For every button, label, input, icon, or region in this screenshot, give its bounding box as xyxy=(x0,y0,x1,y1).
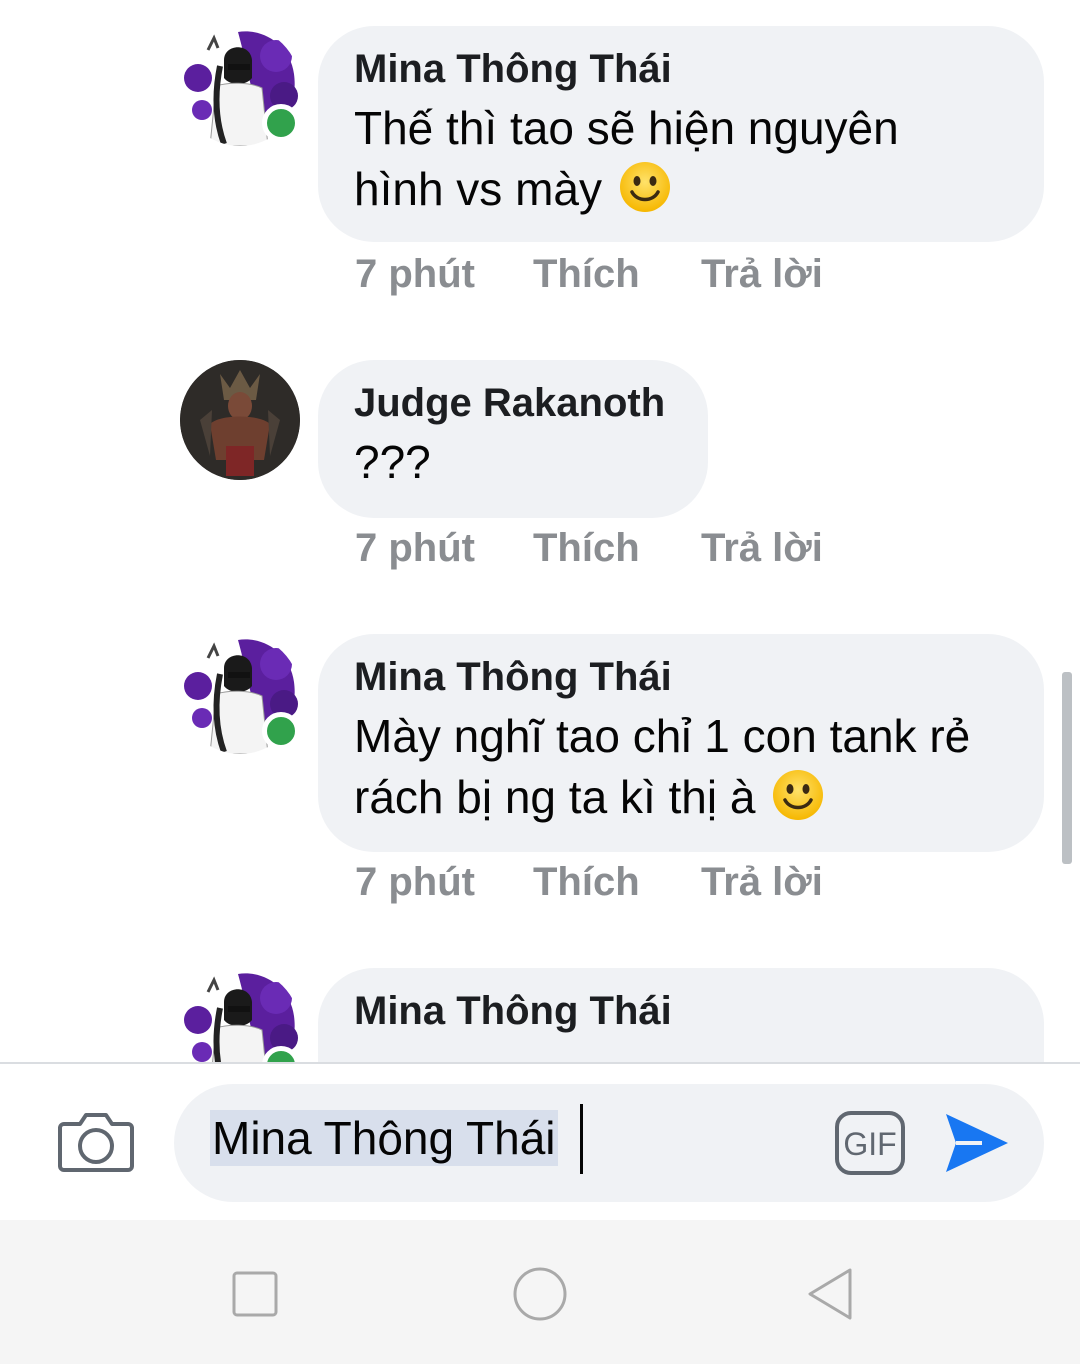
comment-author[interactable]: Judge Rakanoth xyxy=(354,380,672,426)
avatar[interactable] xyxy=(180,26,300,146)
like-button[interactable]: Thích xyxy=(533,252,640,297)
reply-button[interactable]: Trả lời xyxy=(701,526,823,571)
smile-emoji xyxy=(619,161,671,213)
comment-text-line-with-emoji: hình vs mày xyxy=(354,159,1008,220)
camera-icon[interactable] xyxy=(58,1108,134,1176)
reply-button[interactable]: Trả lời xyxy=(701,252,823,297)
gif-label: GIF xyxy=(843,1126,896,1162)
comment-text: Thế thì tao sẽ hiện nguyên hình vs mày xyxy=(354,98,1008,220)
comment-text-line: hình vs mày xyxy=(354,163,602,215)
scrollbar-thumb[interactable] xyxy=(1062,672,1072,864)
smile-emoji xyxy=(772,769,824,821)
like-button[interactable]: Thích xyxy=(533,860,640,905)
gif-icon[interactable]: GIF xyxy=(834,1110,906,1176)
comment-feed: Mina Thông Thái Thế thì tao sẽ hiện nguy… xyxy=(0,0,1080,1062)
comment-text-line: Thế thì tao sẽ hiện nguyên xyxy=(354,102,899,154)
comment-bubble[interactable]: Mina Thông Thái xyxy=(318,968,1044,1062)
system-navigation-bar xyxy=(0,1220,1080,1364)
reply-button[interactable]: Trả lời xyxy=(701,860,823,905)
comment-author[interactable]: Mina Thông Thái xyxy=(354,46,1008,92)
avatar[interactable] xyxy=(180,360,300,480)
comment-bubble[interactable]: Judge Rakanoth ??? xyxy=(318,360,708,518)
avatar[interactable] xyxy=(180,634,300,754)
text-caret xyxy=(580,1104,583,1174)
like-button[interactable]: Thích xyxy=(533,526,640,571)
send-icon[interactable] xyxy=(942,1108,1012,1178)
comment-time: 7 phút xyxy=(355,252,475,296)
comment-text-line: Mày nghĩ tao chỉ 1 con tank rẻ xyxy=(354,710,971,762)
comment-author[interactable]: Mina Thông Thái xyxy=(354,988,1008,1034)
comment-bubble[interactable]: Mina Thông Thái Thế thì tao sẽ hiện nguy… xyxy=(318,26,1044,242)
comment-input[interactable]: Mina Thông Thái GIF xyxy=(174,1084,1044,1202)
avatar[interactable] xyxy=(180,968,300,1062)
home-icon[interactable] xyxy=(510,1264,570,1324)
back-icon[interactable] xyxy=(800,1264,860,1324)
comment-bubble[interactable]: Mina Thông Thái Mày nghĩ tao chỉ 1 con t… xyxy=(318,634,1044,852)
comment-time: 7 phút xyxy=(355,526,475,570)
avatar-image xyxy=(180,360,300,480)
recents-icon[interactable] xyxy=(225,1264,285,1324)
comment-time: 7 phút xyxy=(355,860,475,904)
comment-text: Mày nghĩ tao chỉ 1 con tank rẻ rách bị n… xyxy=(354,706,1008,828)
comment-text: ??? xyxy=(354,436,431,488)
comment-text-line: rách bị ng ta kì thị à xyxy=(354,771,756,823)
online-status-dot xyxy=(262,712,300,750)
comment-text-line-with-emoji: rách bị ng ta kì thị à xyxy=(354,767,1008,828)
comment-author[interactable]: Mina Thông Thái xyxy=(354,654,1008,700)
input-selected-text[interactable]: Mina Thông Thái xyxy=(210,1110,558,1166)
comment-composer: Mina Thông Thái GIF xyxy=(0,1062,1080,1220)
online-status-dot xyxy=(262,104,300,142)
